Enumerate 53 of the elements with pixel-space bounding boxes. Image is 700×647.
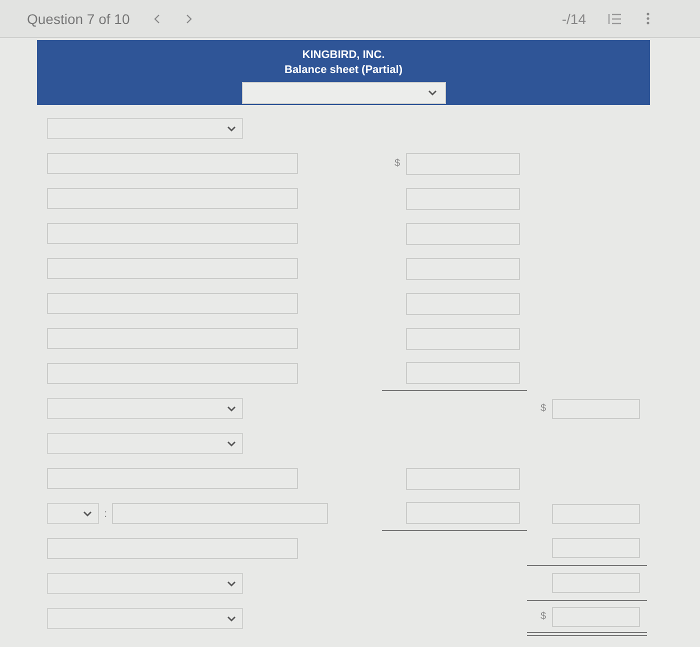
amount-field[interactable] [552,573,640,593]
amount-field[interactable] [552,538,640,558]
chevron-down-icon [227,406,236,412]
question-label: Question 7 of 10 [27,10,130,26]
amount-field[interactable] [552,504,640,524]
account-field[interactable] [47,328,298,349]
chevron-left-icon [154,14,160,24]
chevron-down-icon [227,440,236,446]
statement-title: Balance sheet (Partial) [284,63,402,78]
account-select[interactable] [47,503,99,524]
more-button[interactable] [644,10,652,27]
amount-field[interactable] [406,328,520,350]
account-select[interactable] [47,118,243,139]
company-name: KINGBIRD, INC. [302,48,385,63]
score-label: -/14 [562,10,586,26]
account-field[interactable] [47,188,298,209]
chevron-down-icon [227,616,236,622]
amount-field[interactable] [406,502,520,524]
account-field[interactable] [47,363,298,384]
chevron-down-icon [227,126,236,132]
account-select[interactable] [47,573,243,594]
account-field[interactable] [47,538,298,559]
currency-sign: $ [540,611,546,622]
chevron-down-icon [83,510,92,516]
account-field[interactable] [47,468,298,489]
amount-field[interactable] [406,152,520,174]
kebab-menu-icon [646,12,650,25]
account-field[interactable] [47,293,298,314]
amount-field[interactable] [406,258,520,280]
account-select[interactable] [47,398,243,419]
previous-button[interactable] [152,12,162,26]
currency-sign: $ [540,403,546,414]
account-select[interactable] [47,433,243,454]
account-field[interactable] [112,503,328,524]
chevron-down-icon [227,580,236,586]
date-select[interactable] [242,82,446,104]
separator: : [104,508,108,520]
next-button[interactable] [184,12,194,26]
list-icon [608,12,622,24]
account-select[interactable] [47,608,243,629]
amount-field[interactable] [406,362,520,384]
amount-field[interactable] [552,606,640,626]
amount-field[interactable] [552,398,640,418]
chevron-down-icon [428,90,436,96]
amount-field[interactable] [406,188,520,210]
amount-field[interactable] [406,292,520,314]
account-field[interactable] [47,153,298,174]
chevron-right-icon [186,14,192,24]
account-field[interactable] [47,223,298,244]
amount-field[interactable] [406,468,520,490]
currency-sign: $ [394,158,400,169]
amount-field[interactable] [406,222,520,244]
account-field[interactable] [47,258,298,279]
